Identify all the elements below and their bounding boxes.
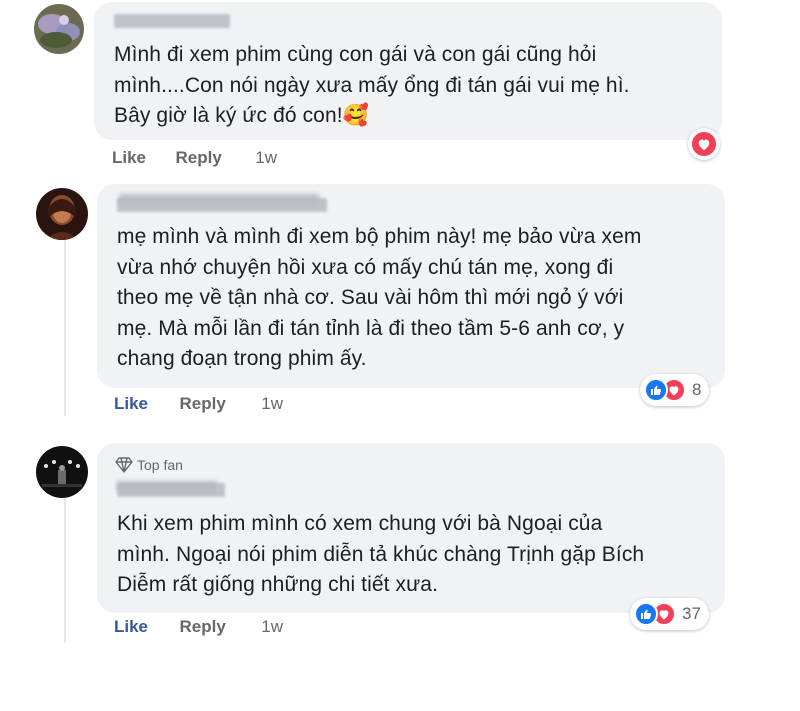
comment-line: Bây giờ là ký ức đó con!🥰 bbox=[114, 101, 714, 132]
avatar[interactable] bbox=[36, 188, 88, 240]
comment-line: theo mẹ về tận nhà cơ. Sau vài hôm thì m… bbox=[117, 286, 624, 309]
reply-button[interactable]: Reply bbox=[180, 617, 226, 637]
reply-button[interactable]: Reply bbox=[176, 148, 222, 168]
comment-line: mẹ mình và mình đi xem bộ phim này! mẹ b… bbox=[117, 225, 642, 248]
comment-text: mẹ mình và mình đi xem bộ phim này! mẹ b… bbox=[117, 222, 717, 375]
comment-line: Khi xem phim mình có xem chung với bà Ng… bbox=[117, 512, 603, 535]
diamond-icon bbox=[115, 457, 133, 473]
smiling-face-with-hearts-emoji: 🥰 bbox=[342, 104, 369, 127]
reaction-summary[interactable]: 37 bbox=[630, 598, 709, 630]
comment-actions: Like Reply 1w bbox=[114, 617, 283, 637]
comment-bubble: Mình đi xem phim cùng con gái và con gái… bbox=[94, 2, 722, 140]
comment-bubble: mẹ mình và mình đi xem bộ phim này! mẹ b… bbox=[97, 184, 725, 388]
comment-line: mình....Con nói ngày xưa mấy ổng đi tán … bbox=[114, 73, 630, 97]
like-button[interactable]: Like bbox=[114, 617, 148, 637]
like-icon bbox=[644, 378, 668, 402]
comment-line: chang đoạn trong phim ấy. bbox=[117, 347, 367, 370]
comment-line: Mình đi xem phim cùng con gái và con gái… bbox=[114, 43, 597, 66]
comment-actions: Like Reply 1w bbox=[114, 394, 283, 414]
comment-line-text: Bây giờ là ký ức đó con! bbox=[114, 104, 343, 127]
comment-text: Mình đi xem phim cùng con gái và con gái… bbox=[114, 40, 714, 132]
comment-line: Diễm rất giống những chi tiết xưa. bbox=[117, 573, 439, 596]
timestamp[interactable]: 1w bbox=[255, 148, 277, 168]
love-icon bbox=[692, 132, 716, 156]
timestamp[interactable]: 1w bbox=[261, 394, 283, 414]
reaction-summary[interactable]: 8 bbox=[640, 374, 710, 406]
like-button[interactable]: Like bbox=[112, 148, 146, 168]
author-name-redacted[interactable] bbox=[114, 14, 230, 28]
comment-text: Khi xem phim mình có xem chung với bà Ng… bbox=[117, 509, 717, 601]
reply-button[interactable]: Reply bbox=[180, 394, 226, 414]
top-fan-badge: Top fan bbox=[115, 457, 183, 473]
reaction-count: 8 bbox=[692, 380, 702, 399]
avatar[interactable] bbox=[36, 446, 88, 498]
comment-actions: Like Reply 1w bbox=[112, 148, 277, 168]
comment-line: mình. Ngoại nói phim diễn tả khúc chàng … bbox=[117, 542, 645, 566]
thread-line bbox=[64, 240, 66, 416]
comment-line: vừa nhớ chuyện hồi xưa có mấy chú tán mẹ… bbox=[117, 255, 614, 279]
timestamp[interactable]: 1w bbox=[261, 617, 283, 637]
author-name-redacted[interactable] bbox=[117, 198, 327, 212]
comment-bubble: Top fan Khi xem phim mình có xem chung v… bbox=[97, 443, 725, 613]
comment-line: mẹ. Mà mỗi lần đi tán tỉnh là đi theo tầ… bbox=[117, 316, 625, 340]
like-button[interactable]: Like bbox=[114, 394, 148, 414]
badge-label: Top fan bbox=[137, 457, 183, 473]
avatar[interactable] bbox=[34, 4, 84, 54]
author-name-redacted[interactable] bbox=[117, 483, 225, 497]
thread-line bbox=[64, 498, 66, 643]
reaction-count: 37 bbox=[682, 604, 701, 623]
reaction-summary[interactable] bbox=[688, 128, 720, 160]
like-icon bbox=[634, 602, 658, 626]
